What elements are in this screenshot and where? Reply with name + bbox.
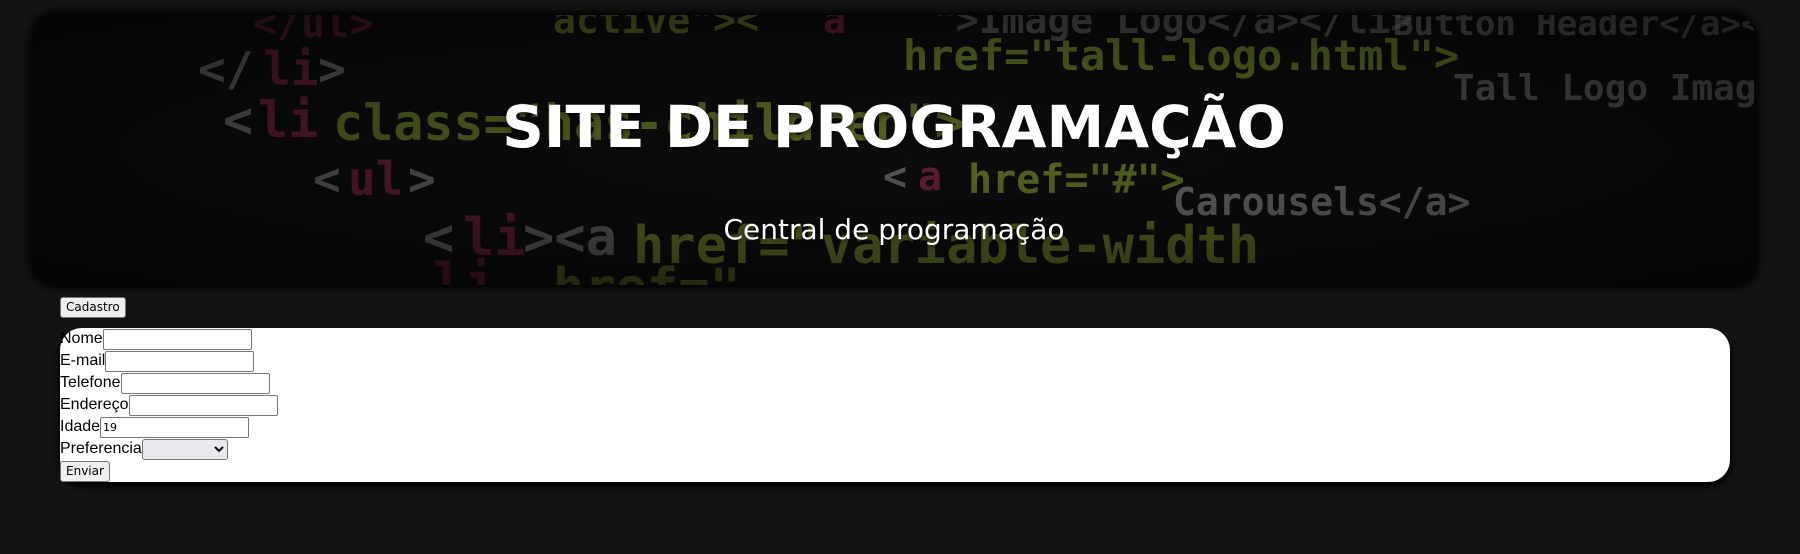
preferencia-select[interactable] [141, 438, 228, 460]
endereco-label: Endereço [60, 396, 129, 413]
form-row-endereco: Endereço [60, 394, 278, 416]
cadastro-button[interactable]: Cadastro [60, 297, 126, 318]
email-input[interactable] [105, 350, 255, 372]
registration-form: Nome E-mail Telefone Endereço Idade Pref… [60, 328, 1730, 482]
telefone-label: Telefone [60, 374, 121, 391]
form-row-email: E-mail [60, 350, 255, 372]
form-row-idade: Idade [60, 416, 250, 438]
page-subtitle: Central de programação [723, 213, 1065, 246]
form-row-nome: Nome [60, 328, 252, 350]
enviar-button[interactable]: Enviar [60, 461, 110, 482]
email-label: E-mail [60, 352, 106, 369]
preferencia-label: Preferencia [60, 440, 142, 457]
hero-banner: </ul> active">< a ">Image Logo</a></li> … [33, 15, 1755, 285]
form-row-telefone: Telefone [60, 372, 270, 394]
endereco-input[interactable] [128, 394, 278, 416]
page-title: SITE DE PROGRAMAÇÃO [502, 93, 1286, 161]
nome-label: Nome [60, 330, 103, 347]
idade-input[interactable] [100, 416, 250, 438]
idade-label: Idade [60, 418, 101, 435]
telefone-input[interactable] [120, 372, 270, 394]
form-row-preferencia: Preferencia [60, 438, 228, 460]
nome-input[interactable] [102, 328, 252, 350]
